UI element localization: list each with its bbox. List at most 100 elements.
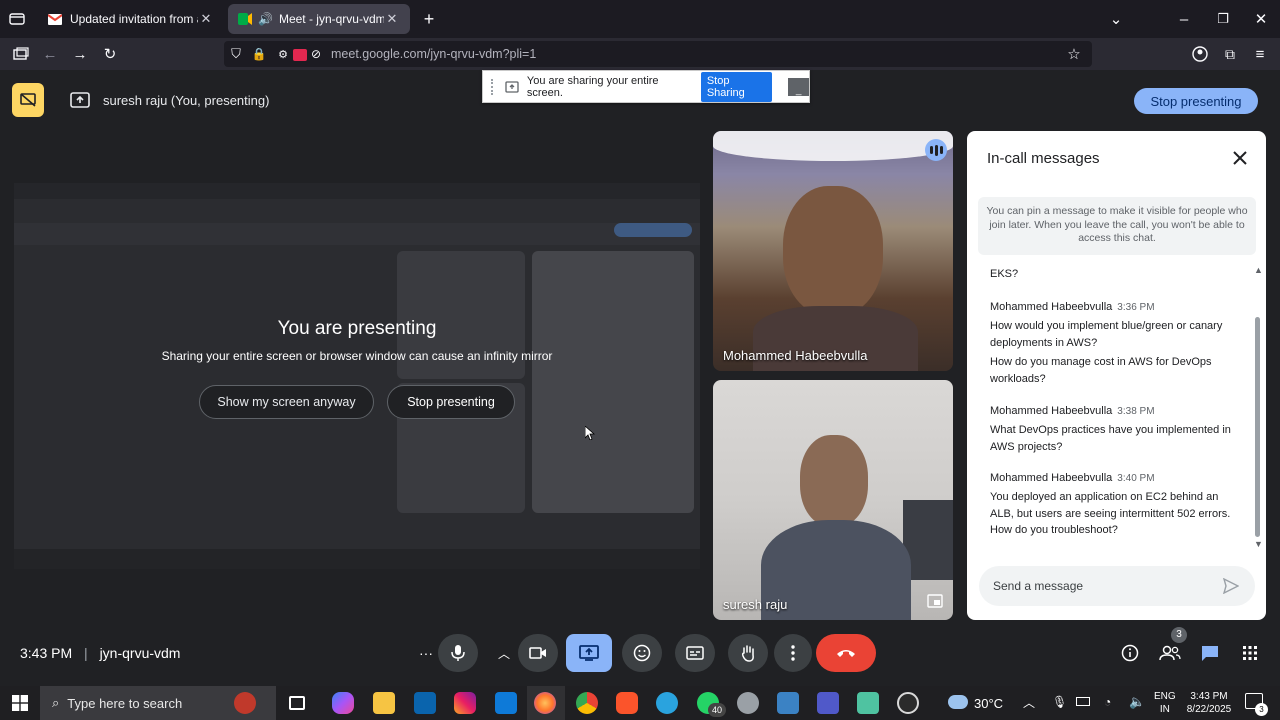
camera-blocked-icon[interactable]: ⊘ <box>305 43 327 65</box>
speaker-icon[interactable]: 🔊 <box>258 12 273 26</box>
speaking-indicator-icon <box>925 139 947 161</box>
close-tab-icon[interactable]: ✕ <box>384 11 400 27</box>
participant-name: Mohammed Habeebvulla <box>723 348 868 363</box>
raise-hand-button[interactable] <box>728 634 768 672</box>
hide-toast-button[interactable]: _ <box>788 77 809 96</box>
chat-icon[interactable] <box>1190 634 1230 672</box>
drag-handle[interactable] <box>491 78 495 95</box>
chevron-down-icon[interactable]: ⌄ <box>1105 8 1127 30</box>
chat-message-text: EKS? <box>990 268 1019 280</box>
maximize-icon[interactable]: ❐ <box>1212 8 1234 30</box>
avatar <box>783 186 883 316</box>
copilot-icon[interactable] <box>332 692 354 714</box>
shield-icon[interactable]: ⛉ <box>225 43 247 65</box>
stop-presenting-button[interactable]: Stop presenting <box>1134 88 1258 114</box>
tray-chevron-icon[interactable]: ︿ <box>1023 694 1035 711</box>
wifi-icon[interactable]: ◔ <box>1104 695 1111 709</box>
clock-time: 3:43 PM <box>1190 691 1228 702</box>
app-icon[interactable] <box>737 692 759 714</box>
account-icon[interactable] <box>1189 43 1211 65</box>
windows-start-icon[interactable] <box>12 695 28 711</box>
tab-groups-icon[interactable] <box>10 43 32 65</box>
chat-scrollbar[interactable]: ▲ ▼ <box>1252 265 1263 553</box>
weather-temp: 30°C <box>974 696 1004 711</box>
minimize-icon[interactable]: – <box>1173 8 1195 30</box>
leave-call-button[interactable] <box>816 634 876 672</box>
hang-up-icon <box>837 650 855 657</box>
chat-title: In-call messages <box>987 150 1100 167</box>
remote-desktop-icon[interactable] <box>777 692 799 714</box>
search-icon: ⌕ <box>52 695 60 710</box>
participant-name: suresh raju <box>723 597 788 612</box>
teams-icon[interactable] <box>817 692 839 714</box>
show-screen-anyway-button[interactable]: Show my screen anyway <box>199 385 374 419</box>
notepad-icon[interactable] <box>857 692 879 714</box>
menu-icon[interactable]: ≡ <box>1249 43 1271 65</box>
meeting-details-icon[interactable] <box>1110 634 1150 672</box>
url-text: meet.google.com/jyn-qrvu-vdm?pli=1 <box>331 47 537 61</box>
microphone-tray-icon[interactable]: 🎙 <box>1052 695 1067 709</box>
message-time: 3:36 PM <box>1117 302 1155 313</box>
in-call-messages-panel: In-call messages You can pin a message t… <box>967 131 1266 620</box>
send-icon[interactable] <box>1223 578 1239 594</box>
send-message-input[interactable]: Send a message <box>979 566 1255 606</box>
tab-list-icon[interactable] <box>6 8 28 30</box>
new-tab-icon[interactable]: + <box>418 8 440 30</box>
participant-tile-habeebvulla[interactable]: Mohammed Habeebvulla <box>713 131 953 371</box>
language-indicator[interactable]: ENG IN <box>1154 690 1176 716</box>
reload-icon[interactable]: ↻ <box>99 43 121 65</box>
close-tab-icon[interactable]: ✕ <box>198 11 214 27</box>
telegram-icon[interactable] <box>656 692 678 714</box>
message-sender: Mohammed Habeebvulla 3:40 PM <box>990 472 1155 484</box>
tab-meet[interactable]: 🔊 Meet - jyn-qrvu-vdm ✕ <box>228 4 410 34</box>
chat-message-text: How do you manage cost in AWS for DevOps… <box>990 356 1212 385</box>
chat-message-text: You deployed an application on EC2 behin… <box>990 491 1231 536</box>
chat-message-text: What DevOps practices have you implement… <box>990 424 1231 453</box>
hand-icon <box>741 645 754 662</box>
tab-invitation[interactable]: Updated invitation from an unk ✕ <box>38 4 224 34</box>
more-options-button[interactable] <box>774 634 812 672</box>
extensions-icon[interactable]: ⧉ <box>1219 43 1241 65</box>
close-icon[interactable] <box>1230 148 1250 168</box>
presenting-title: You are presenting <box>277 318 437 339</box>
sender-name: Mohammed Habeebvulla <box>990 472 1113 484</box>
tab-title: Meet - jyn-qrvu-vdm <box>278 12 384 26</box>
file-explorer-icon[interactable] <box>373 692 395 714</box>
outlook-icon[interactable] <box>414 692 436 714</box>
presenter-label: suresh raju (You, presenting) <box>103 93 270 108</box>
participant-tile-suresh[interactable]: suresh raju <box>713 380 953 620</box>
captions-icon <box>686 646 704 660</box>
pip-icon[interactable] <box>927 594 943 608</box>
stop-share-icon[interactable] <box>12 83 44 117</box>
back-icon[interactable]: ← <box>39 43 61 65</box>
weather-icon[interactable] <box>948 695 968 709</box>
stop-presenting-preview-button[interactable]: Stop presenting <box>387 385 515 419</box>
task-view-icon[interactable] <box>289 696 305 710</box>
reactions-button[interactable] <box>622 634 662 672</box>
microphone-button[interactable] <box>438 634 478 672</box>
brave-icon[interactable] <box>616 692 638 714</box>
avatar <box>800 435 868 527</box>
present-button[interactable] <box>566 634 612 672</box>
snipping-tool-icon[interactable] <box>897 692 919 714</box>
search-highlight-icon[interactable] <box>234 692 256 714</box>
instagram-icon[interactable] <box>454 692 476 714</box>
chrome-icon[interactable] <box>576 692 598 714</box>
bookmark-star-icon[interactable]: ☆ <box>1063 43 1085 65</box>
captions-button[interactable] <box>675 634 715 672</box>
meeting-code: jyn-qrvu-vdm <box>99 645 181 661</box>
system-clock[interactable]: 3:43 PM 8/22/2025 <box>1185 690 1233 716</box>
camera-button[interactable] <box>518 634 558 672</box>
present-screen-icon <box>70 92 90 108</box>
lock-icon[interactable]: 🔒 <box>248 43 270 65</box>
stop-sharing-button[interactable]: Stop Sharing <box>700 71 773 102</box>
battery-icon[interactable] <box>1076 697 1090 706</box>
chat-message-text: How would you implement blue/green or ca… <box>990 320 1223 349</box>
presentation-preview <box>14 183 700 569</box>
close-window-icon[interactable]: ✕ <box>1250 8 1272 30</box>
forward-icon[interactable]: → <box>69 43 91 65</box>
search-placeholder: Type here to search <box>67 695 183 711</box>
activities-icon[interactable] <box>1230 634 1270 672</box>
volume-icon[interactable]: 🔈 <box>1129 694 1145 710</box>
vscode-icon[interactable] <box>495 692 517 714</box>
